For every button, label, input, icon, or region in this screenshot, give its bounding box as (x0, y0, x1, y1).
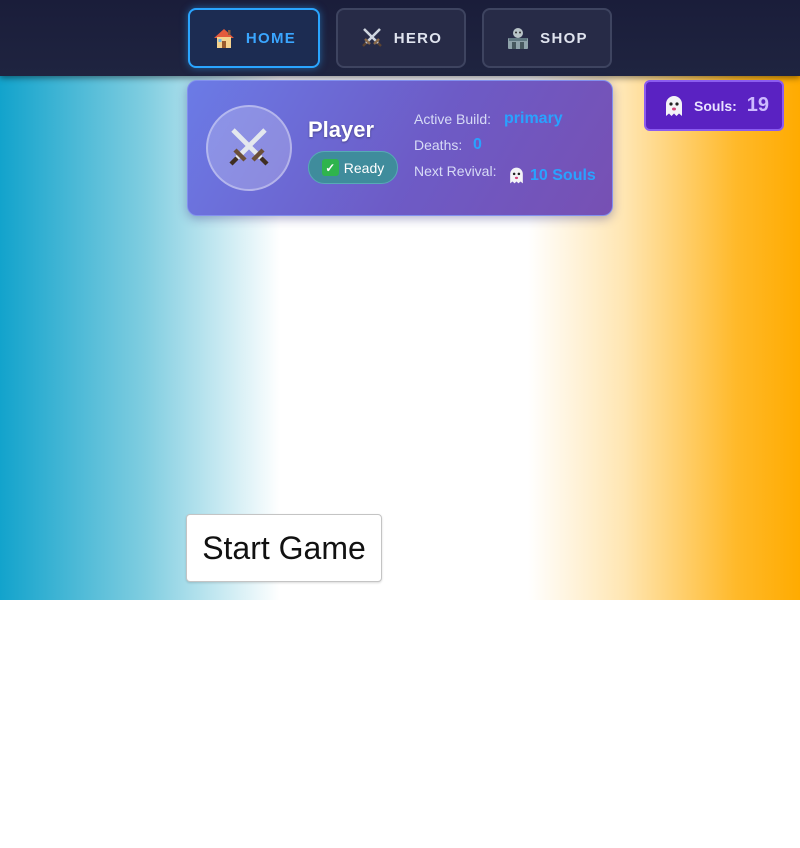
shop-icon (506, 26, 530, 50)
souls-counter: Souls: 19 (644, 80, 784, 131)
nav-hero-button[interactable]: HERO (336, 8, 466, 68)
nav-hero-label: HERO (393, 29, 443, 47)
souls-label: Souls: (694, 97, 737, 114)
active-build-label: Active Build: (414, 111, 492, 127)
ghost-icon (662, 94, 686, 118)
next-revival-amount: 10 Souls (530, 166, 596, 184)
nav-home-button[interactable]: HOME (188, 8, 320, 68)
top-navigation: HOME HERO SHOP (0, 0, 800, 76)
active-build-value: primary (504, 110, 563, 127)
check-icon: ✓ (321, 159, 339, 176)
house-icon (212, 26, 236, 50)
nav-home-label: HOME (245, 29, 297, 47)
avatar (206, 105, 292, 191)
next-revival-value: 10 Souls (507, 166, 596, 185)
deaths-label: Deaths: (414, 137, 463, 153)
status-label: Ready (343, 159, 385, 176)
crossed-swords-icon (225, 124, 273, 172)
crossed-swords-icon (360, 26, 384, 50)
nav-shop-label: SHOP (540, 29, 588, 47)
player-card: Player ✓ Ready Active Build: primary Dea… (187, 80, 613, 216)
ghost-icon (507, 166, 526, 185)
status-badge: ✓ Ready (308, 151, 398, 184)
souls-value: 19 (746, 94, 770, 116)
nav-shop-button[interactable]: SHOP (482, 8, 612, 68)
start-game-button[interactable]: Start Game (186, 514, 382, 582)
deaths-value: 0 (473, 136, 482, 153)
player-name: Player (308, 117, 375, 142)
next-revival-label: Next Revival: (414, 163, 497, 179)
